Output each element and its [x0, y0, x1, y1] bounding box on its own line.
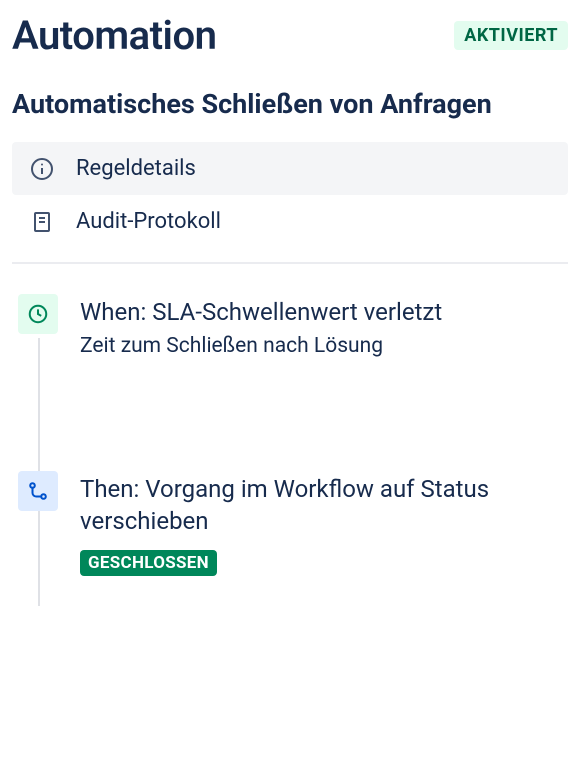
flow-node-then[interactable]: Then: Vorgang im Workflow auf Status ver…	[18, 471, 568, 576]
flow-timeline: When: SLA-Schwellenwert verletzt Zeit zu…	[12, 294, 568, 576]
status-badge: AKTIVIERT	[454, 21, 568, 50]
nav-item-rule-details[interactable]: Regeldetails	[12, 142, 568, 195]
header-row: Automation AKTIVIERT	[12, 12, 568, 59]
flow-node-subtitle: Zeit zum Schließen nach Lösung	[80, 332, 442, 360]
clock-icon	[18, 294, 58, 334]
flow-node-body: When: SLA-Schwellenwert verletzt Zeit zu…	[80, 294, 442, 361]
flow-node-when[interactable]: When: SLA-Schwellenwert verletzt Zeit zu…	[18, 294, 568, 361]
info-icon	[30, 157, 54, 181]
page-title: Automation	[12, 12, 216, 59]
flow-node-body: Then: Vorgang im Workflow auf Status ver…	[80, 471, 568, 576]
document-icon	[30, 210, 54, 234]
divider	[12, 262, 568, 264]
flow-node-title: Then: Vorgang im Workflow auf Status ver…	[80, 473, 568, 538]
flow-node-title: When: SLA-Schwellenwert verletzt	[80, 296, 442, 328]
nav-item-label: Audit-Protokoll	[76, 209, 221, 234]
workflow-icon	[18, 471, 58, 511]
rule-name: Automatisches Schließen von Anfragen	[12, 87, 568, 122]
nav-item-label: Regeldetails	[76, 156, 196, 181]
status-lozenge: GESCHLOSSEN	[80, 550, 217, 576]
nav-item-audit-log[interactable]: Audit-Protokoll	[12, 195, 568, 248]
